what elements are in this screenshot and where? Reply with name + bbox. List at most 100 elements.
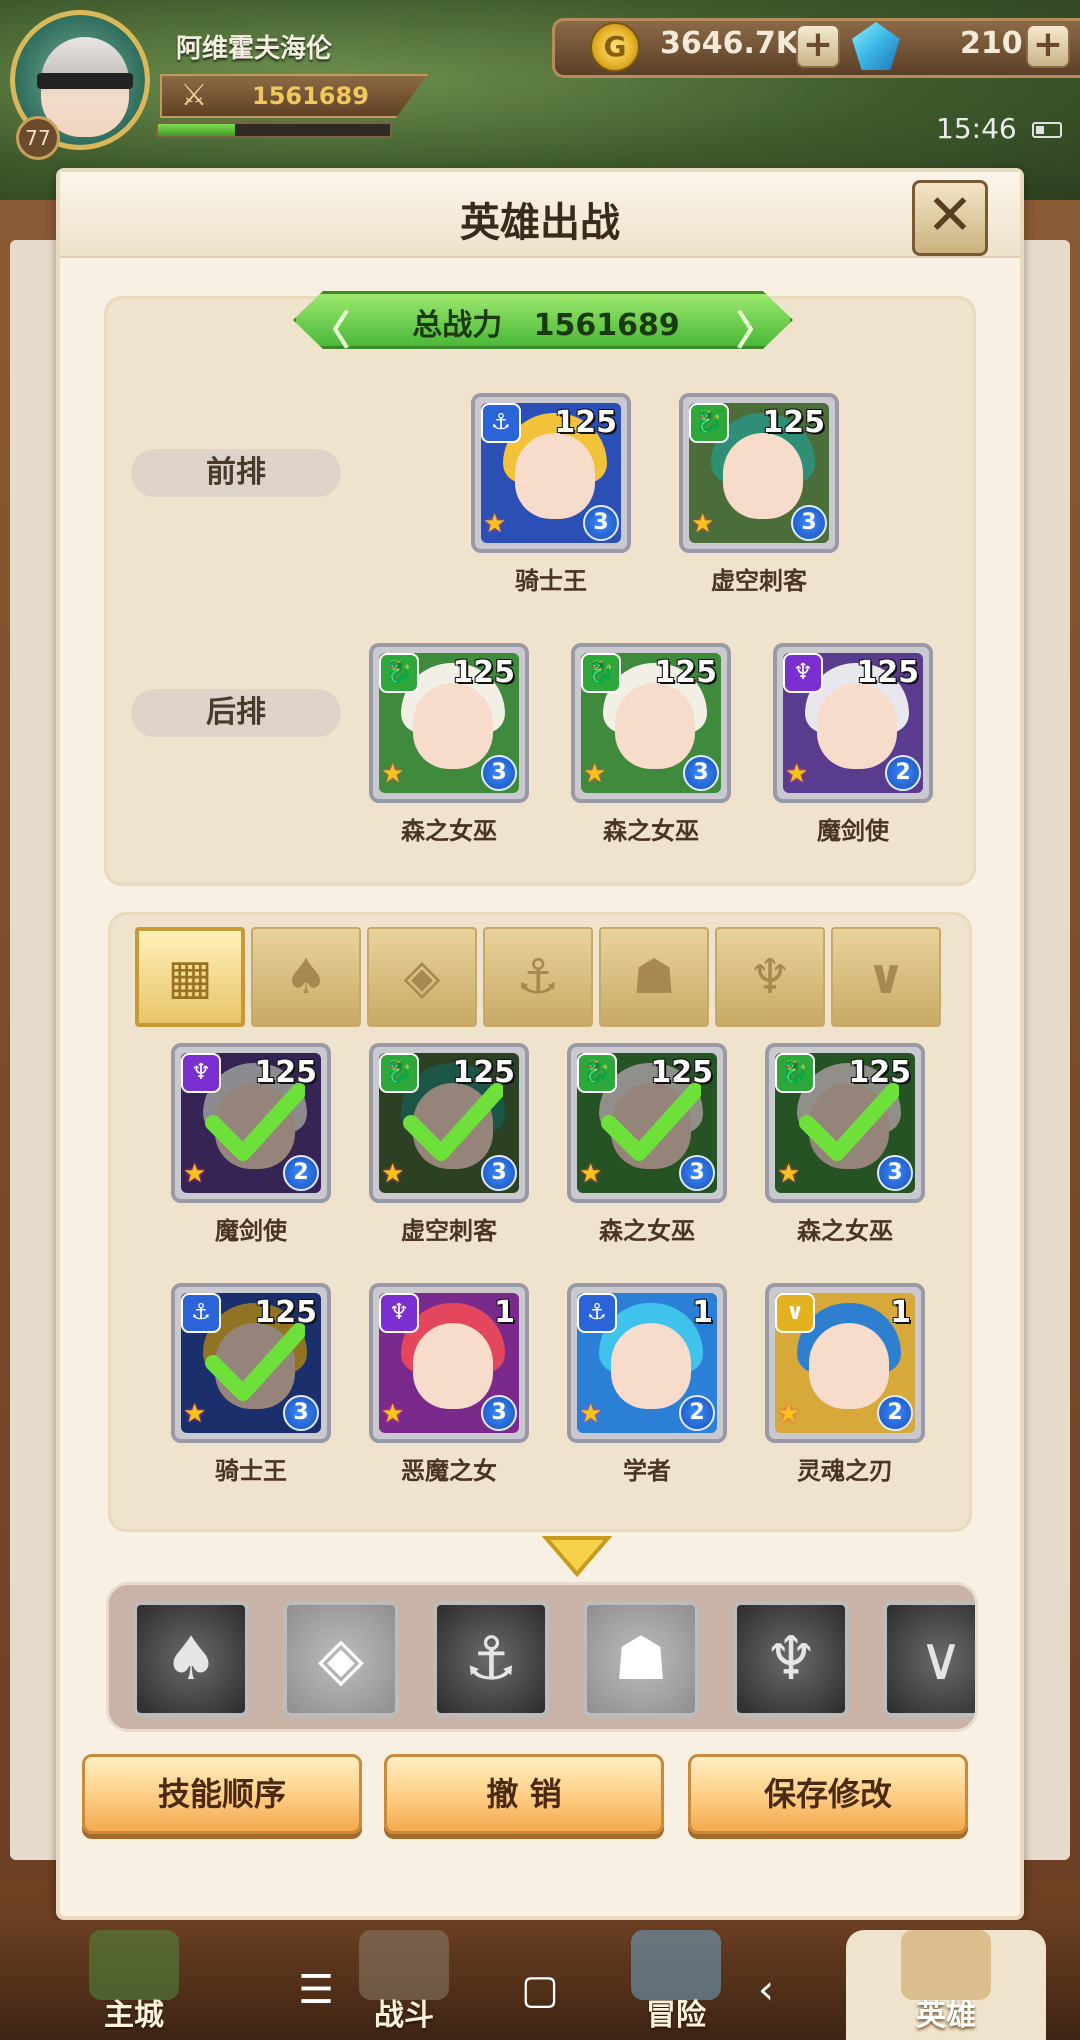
player-level-badge: 77 <box>16 116 60 160</box>
hero-rank: 3 <box>791 505 827 541</box>
home-square-icon[interactable]: ▢ <box>510 1960 570 2020</box>
add-coins-button[interactable]: + <box>796 24 840 68</box>
star-icon: ★ <box>579 1399 603 1429</box>
hero-card[interactable]: ♆ 125 ★ 2 魔剑使 <box>773 643 933 846</box>
hero-name: 魔剑使 <box>215 1217 287 1245</box>
hero-name: 森之女巫 <box>603 817 699 845</box>
hero-rank: 3 <box>481 1395 517 1431</box>
hero-deploy-dialog: 英雄出战 ✕ 〈 总战力 1561689 〉 前排 后排 ⚓ 125 ★ 3 骑… <box>56 168 1024 1920</box>
dialog-header: 英雄出战 ✕ <box>60 172 1020 258</box>
skill-order-button[interactable]: 技能顺序 <box>82 1754 362 1834</box>
hero-card[interactable]: ⚓ 125 ★ 3 骑士王 <box>171 1283 331 1486</box>
add-gems-button[interactable]: + <box>1026 24 1070 68</box>
star-icon: ★ <box>381 1159 405 1189</box>
hero-helmet-icon <box>901 1930 991 2000</box>
hero-name: 骑士王 <box>515 567 587 595</box>
class-selection-strip: ♠ ◈ ⚓ ☗ ♆ ∨ <box>106 1582 978 1732</box>
hero-face <box>413 1323 493 1409</box>
diamond-class-icon[interactable]: ◈ <box>283 1601 399 1717</box>
hero-card[interactable]: 🐉 125 ★ 3 虚空刺客 <box>369 1043 529 1246</box>
back-icon[interactable]: ‹ <box>736 1960 796 2020</box>
avatar-blindfold <box>37 73 133 89</box>
class-badge-icon: ♆ <box>783 653 823 693</box>
undo-button[interactable]: 撤 销 <box>384 1754 664 1834</box>
hero-face <box>413 683 493 769</box>
star-icon: ★ <box>777 1159 801 1189</box>
wing-class-icon[interactable]: ∨ <box>883 1601 975 1717</box>
dragon-class-icon[interactable]: ☗ <box>599 927 709 1027</box>
nav-heroes[interactable]: 英雄 <box>846 1930 1046 2040</box>
hero-card[interactable]: 🐉 125 ★ 3 虚空刺客 <box>679 393 839 596</box>
hero-portrait-frame: ♆ 1 ★ 3 <box>369 1283 529 1443</box>
map-icon <box>631 1930 721 2000</box>
battery-icon <box>1032 122 1062 138</box>
gold-coin-icon: G <box>590 22 640 72</box>
hero-level: 125 <box>856 655 919 690</box>
total-power-label: 总战力 1561689 <box>412 308 680 343</box>
star-icon: ★ <box>183 1399 207 1429</box>
star-icon: ★ <box>381 759 405 789</box>
hero-name: 学者 <box>623 1457 671 1485</box>
hero-level: 1 <box>692 1295 713 1330</box>
menu-icon[interactable]: ☰ <box>286 1960 346 2020</box>
hero-name: 森之女巫 <box>797 1217 893 1245</box>
save-changes-button[interactable]: 保存修改 <box>688 1754 968 1834</box>
checkmark-icon <box>799 1083 899 1161</box>
hero-name: 恶魔之女 <box>401 1457 497 1485</box>
hero-portrait-frame: ♆ 125 ★ 2 <box>773 643 933 803</box>
hero-name: 骑士王 <box>215 1457 287 1485</box>
hero-rank: 3 <box>683 755 719 791</box>
hero-face <box>615 683 695 769</box>
hero-card[interactable]: ⚓ 125 ★ 3 骑士王 <box>471 393 631 596</box>
hero-portrait-frame: ⚓ 125 ★ 3 <box>171 1283 331 1443</box>
hero-card[interactable]: ∨ 1 ★ 2 灵魂之刃 <box>765 1283 925 1486</box>
total-power-banner: 〈 总战力 1561689 〉 <box>293 291 793 349</box>
star-icon: ★ <box>583 759 607 789</box>
chevron-right-icon[interactable]: 〉 <box>736 298 776 349</box>
hero-card[interactable]: ♆ 1 ★ 3 恶魔之女 <box>369 1283 529 1486</box>
exp-bar <box>156 122 392 138</box>
leaf-class-icon[interactable]: ♠ <box>251 927 361 1027</box>
class-badge-icon: 🐉 <box>379 653 419 693</box>
class-badge-icon: ∨ <box>775 1293 815 1333</box>
demon-class-icon[interactable]: ♆ <box>715 927 825 1027</box>
star-icon: ★ <box>579 1159 603 1189</box>
status-time: 15:46 <box>936 112 1017 145</box>
anchor-class-icon[interactable]: ⚓ <box>433 1601 549 1717</box>
hero-card[interactable]: 🐉 125 ★ 3 森之女巫 <box>369 643 529 846</box>
hero-card[interactable]: ♆ 125 ★ 2 魔剑使 <box>171 1043 331 1246</box>
anchor-class-icon[interactable]: ⚓ <box>483 927 593 1027</box>
wing-class-icon[interactable]: ∨ <box>831 927 941 1027</box>
hero-name: 虚空刺客 <box>401 1217 497 1245</box>
hero-card[interactable]: ⚓ 1 ★ 2 学者 <box>567 1283 727 1486</box>
close-button[interactable]: ✕ <box>912 180 988 256</box>
exp-bar-fill <box>158 124 235 136</box>
crossed-swords-icon: ⚔ <box>180 78 208 113</box>
star-icon: ★ <box>777 1399 801 1429</box>
hero-portrait-frame: ⚓ 125 ★ 3 <box>471 393 631 553</box>
hero-card[interactable]: 🐉 125 ★ 3 森之女巫 <box>571 643 731 846</box>
hero-card[interactable]: 🐉 125 ★ 3 森之女巫 <box>765 1043 925 1246</box>
hero-level: 125 <box>554 405 617 440</box>
hero-face <box>817 683 897 769</box>
checkmark-icon <box>205 1083 305 1161</box>
class-badge-icon: ⚓ <box>481 403 521 443</box>
leaf-class-icon[interactable]: ♠ <box>133 1601 249 1717</box>
hero-face <box>809 1323 889 1409</box>
nav-city[interactable]: 主城 <box>34 1930 234 2040</box>
hero-name: 森之女巫 <box>401 817 497 845</box>
dragon-class-icon[interactable]: ☗ <box>583 1601 699 1717</box>
hero-portrait-frame: 🐉 125 ★ 3 <box>571 643 731 803</box>
class-badge-icon: 🐉 <box>581 653 621 693</box>
grid-icon[interactable]: ▦ <box>135 927 245 1027</box>
class-badge-icon: ⚓ <box>577 1293 617 1333</box>
hero-portrait-frame: 🐉 125 ★ 3 <box>679 393 839 553</box>
diamond-class-icon[interactable]: ◈ <box>367 927 477 1027</box>
scroll-down-arrow-icon[interactable] <box>542 1532 612 1578</box>
class-badge-icon: ♆ <box>379 1293 419 1333</box>
hero-level: 1 <box>494 1295 515 1330</box>
checkmark-icon <box>403 1083 503 1161</box>
hero-card[interactable]: 🐉 125 ★ 3 森之女巫 <box>567 1043 727 1246</box>
hero-level: 1 <box>890 1295 911 1330</box>
demon-class-icon[interactable]: ♆ <box>733 1601 849 1717</box>
